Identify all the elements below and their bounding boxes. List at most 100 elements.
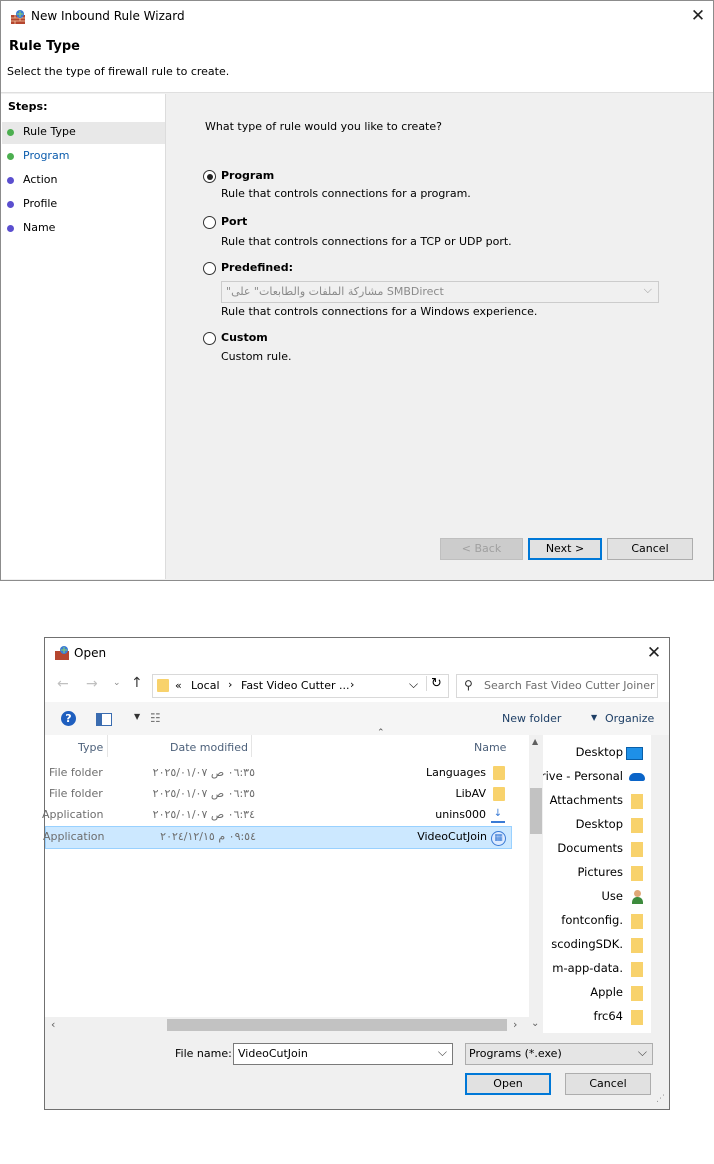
nav-item[interactable]: scodingSDK. xyxy=(543,935,651,959)
step-bullet-icon xyxy=(7,129,14,136)
nav-item[interactable]: Documents xyxy=(543,839,651,863)
view-list-icon[interactable]: ☷ xyxy=(150,711,161,725)
file-list: Type Date modified ⌃ Name File folder ٠٦:… xyxy=(42,728,529,1017)
option-program-desc: Rule that controls connections for a pro… xyxy=(221,187,471,200)
search-input[interactable]: ⚲ Search Fast Video Cutter Joiner xyxy=(456,674,658,698)
option-predefined-label[interactable]: Predefined: xyxy=(221,261,293,274)
recent-locations-icon[interactable]: ⌄ xyxy=(113,678,121,688)
step-bullet-icon xyxy=(7,177,14,184)
organize-button[interactable]: Organize xyxy=(605,712,654,725)
scroll-down-icon[interactable]: ⌄ xyxy=(531,1018,539,1029)
table-row[interactable]: Application ٠٦:٣٤ ص ٢٠٢٥/٠١/٠٧ unins000 ↓ xyxy=(42,805,510,826)
scroll-up-icon[interactable]: ▲ xyxy=(532,737,538,746)
radio-selected-dot xyxy=(206,173,213,180)
close-button[interactable]: ✕ xyxy=(683,4,713,28)
next-button[interactable]: Next > xyxy=(528,538,602,560)
nav-item[interactable]: Pictures xyxy=(543,863,651,887)
step-item-action: Action xyxy=(23,173,58,186)
table-row[interactable]: File folder ٠٦:٣٥ ص ٢٠٢٥/٠١/٠٧ Languages xyxy=(45,763,510,784)
table-row[interactable]: File folder ٠٦:٣٥ ص ٢٠٢٥/٠١/٠٧ LibAV xyxy=(45,784,510,805)
breadcrumb-separator[interactable]: › xyxy=(228,678,232,691)
radio-predefined[interactable] xyxy=(203,262,216,275)
nav-item-label: m-app-data. xyxy=(552,961,623,975)
predefined-select[interactable]: "مشاركة الملفات والطابعات" على SMBDirect… xyxy=(221,281,659,303)
column-header-type[interactable]: Type xyxy=(78,741,103,754)
nav-item[interactable]: Attachments xyxy=(543,791,651,815)
nav-item[interactable]: m-app-data. xyxy=(543,959,651,983)
open-button[interactable]: Open xyxy=(465,1073,551,1095)
nav-item-label: Desktop xyxy=(575,817,623,831)
nav-item[interactable]: Desktop xyxy=(543,815,651,839)
radio-custom[interactable] xyxy=(203,332,216,345)
chevron-down-icon[interactable]: ⌵ xyxy=(438,1045,447,1060)
radio-program[interactable] xyxy=(203,170,216,183)
breadcrumb-overflow[interactable]: « xyxy=(175,679,182,692)
nav-item[interactable]: Apple xyxy=(543,983,651,1007)
nav-item[interactable]: Desktop xyxy=(543,743,651,767)
back-arrow-icon[interactable]: ← xyxy=(57,676,69,692)
chevron-down-icon[interactable]: ⌵ xyxy=(638,1045,647,1060)
scrollbar-thumb[interactable] xyxy=(530,788,542,834)
resize-grip-icon[interactable]: ⋰ xyxy=(656,1094,665,1104)
preview-pane-icon[interactable] xyxy=(96,713,112,726)
scroll-right-icon[interactable]: › xyxy=(513,1018,517,1031)
folder-icon xyxy=(157,679,169,692)
toolbar: ? ▼ ☷ New folder ▼ Organize xyxy=(45,702,669,735)
forward-arrow-icon[interactable]: → xyxy=(86,676,98,692)
refresh-icon[interactable]: ↻ xyxy=(426,676,442,691)
cancel-button[interactable]: Cancel xyxy=(565,1073,651,1095)
organize-dropdown-icon[interactable]: ▼ xyxy=(591,713,597,722)
cancel-button[interactable]: Cancel xyxy=(607,538,693,560)
breadcrumb-local[interactable]: Local xyxy=(191,679,220,692)
filename-value: VideoCutJoin xyxy=(238,1047,308,1060)
up-arrow-icon[interactable]: ↑ xyxy=(131,675,143,691)
back-button[interactable]: < Back xyxy=(440,538,523,560)
scroll-left-icon[interactable]: ‹ xyxy=(51,1018,55,1031)
help-icon[interactable]: ? xyxy=(61,711,76,726)
close-button[interactable]: ✕ xyxy=(639,641,669,665)
nav-item[interactable]: rive - Personal xyxy=(543,767,651,791)
step-item-program[interactable]: Program xyxy=(23,149,69,162)
address-bar[interactable]: « Local › Fast Video Cutter ... › ⌵ ↻ xyxy=(152,674,449,698)
chevron-down-icon[interactable]: ⌵ xyxy=(409,677,418,692)
nav-item[interactable]: frc64 xyxy=(543,1007,651,1031)
folder-icon xyxy=(631,866,643,881)
scrollbar-thumb[interactable] xyxy=(167,1019,507,1031)
breadcrumb-separator-2[interactable]: › xyxy=(350,678,354,691)
rule-type-question: What type of rule would you like to crea… xyxy=(205,120,442,133)
step-item-profile: Profile xyxy=(23,197,58,210)
vertical-scrollbar[interactable]: ▲ ⌄ xyxy=(529,735,543,1033)
radio-port[interactable] xyxy=(203,216,216,229)
nav-item[interactable]: Use xyxy=(543,887,651,911)
file-type-cell: Application xyxy=(43,830,105,843)
file-type-cell: File folder xyxy=(49,787,103,800)
option-custom-label[interactable]: Custom xyxy=(221,331,268,344)
wizard-title: New Inbound Rule Wizard xyxy=(31,9,185,23)
wizard-titlebar: New Inbound Rule Wizard ✕ xyxy=(1,1,713,32)
file-name-cell: LibAV xyxy=(455,787,486,800)
file-name-cell: VideoCutJoin xyxy=(417,830,487,843)
breadcrumb-folder[interactable]: Fast Video Cutter ... xyxy=(241,679,349,692)
predefined-select-value: "مشاركة الملفات والطابعات" على SMBDirect xyxy=(226,285,444,298)
option-port-label[interactable]: Port xyxy=(221,215,247,228)
folder-icon xyxy=(631,842,643,857)
column-header-date[interactable]: Date modified xyxy=(170,741,248,754)
option-port-desc: Rule that controls connections for a TCP… xyxy=(221,235,512,248)
open-dialog-titlebar: Open ✕ xyxy=(45,638,669,670)
wizard-header: Rule Type Select the type of firewall ru… xyxy=(1,32,713,93)
firewall-icon xyxy=(11,10,25,24)
folder-icon xyxy=(631,794,643,809)
step-bullet-icon xyxy=(7,225,14,232)
option-program-label[interactable]: Program xyxy=(221,169,274,182)
page-title: Rule Type xyxy=(9,39,80,54)
filetype-select[interactable]: Programs (*.exe) ⌵ xyxy=(465,1043,653,1065)
new-folder-button[interactable]: New folder xyxy=(502,712,561,725)
filename-input[interactable]: VideoCutJoin ⌵ xyxy=(233,1043,453,1065)
horizontal-scrollbar[interactable]: ‹ › xyxy=(45,1017,529,1033)
column-header-name[interactable]: Name xyxy=(474,741,506,754)
folder-icon xyxy=(493,787,505,801)
view-dropdown-icon[interactable]: ▼ xyxy=(134,712,140,721)
table-row[interactable]: Application ٠٩:٥٤ م ٢٠٢٤/١٢/١٥ VideoCutJoi… xyxy=(43,826,512,849)
folder-icon xyxy=(631,818,643,833)
nav-item[interactable]: fontconfig. xyxy=(543,911,651,935)
